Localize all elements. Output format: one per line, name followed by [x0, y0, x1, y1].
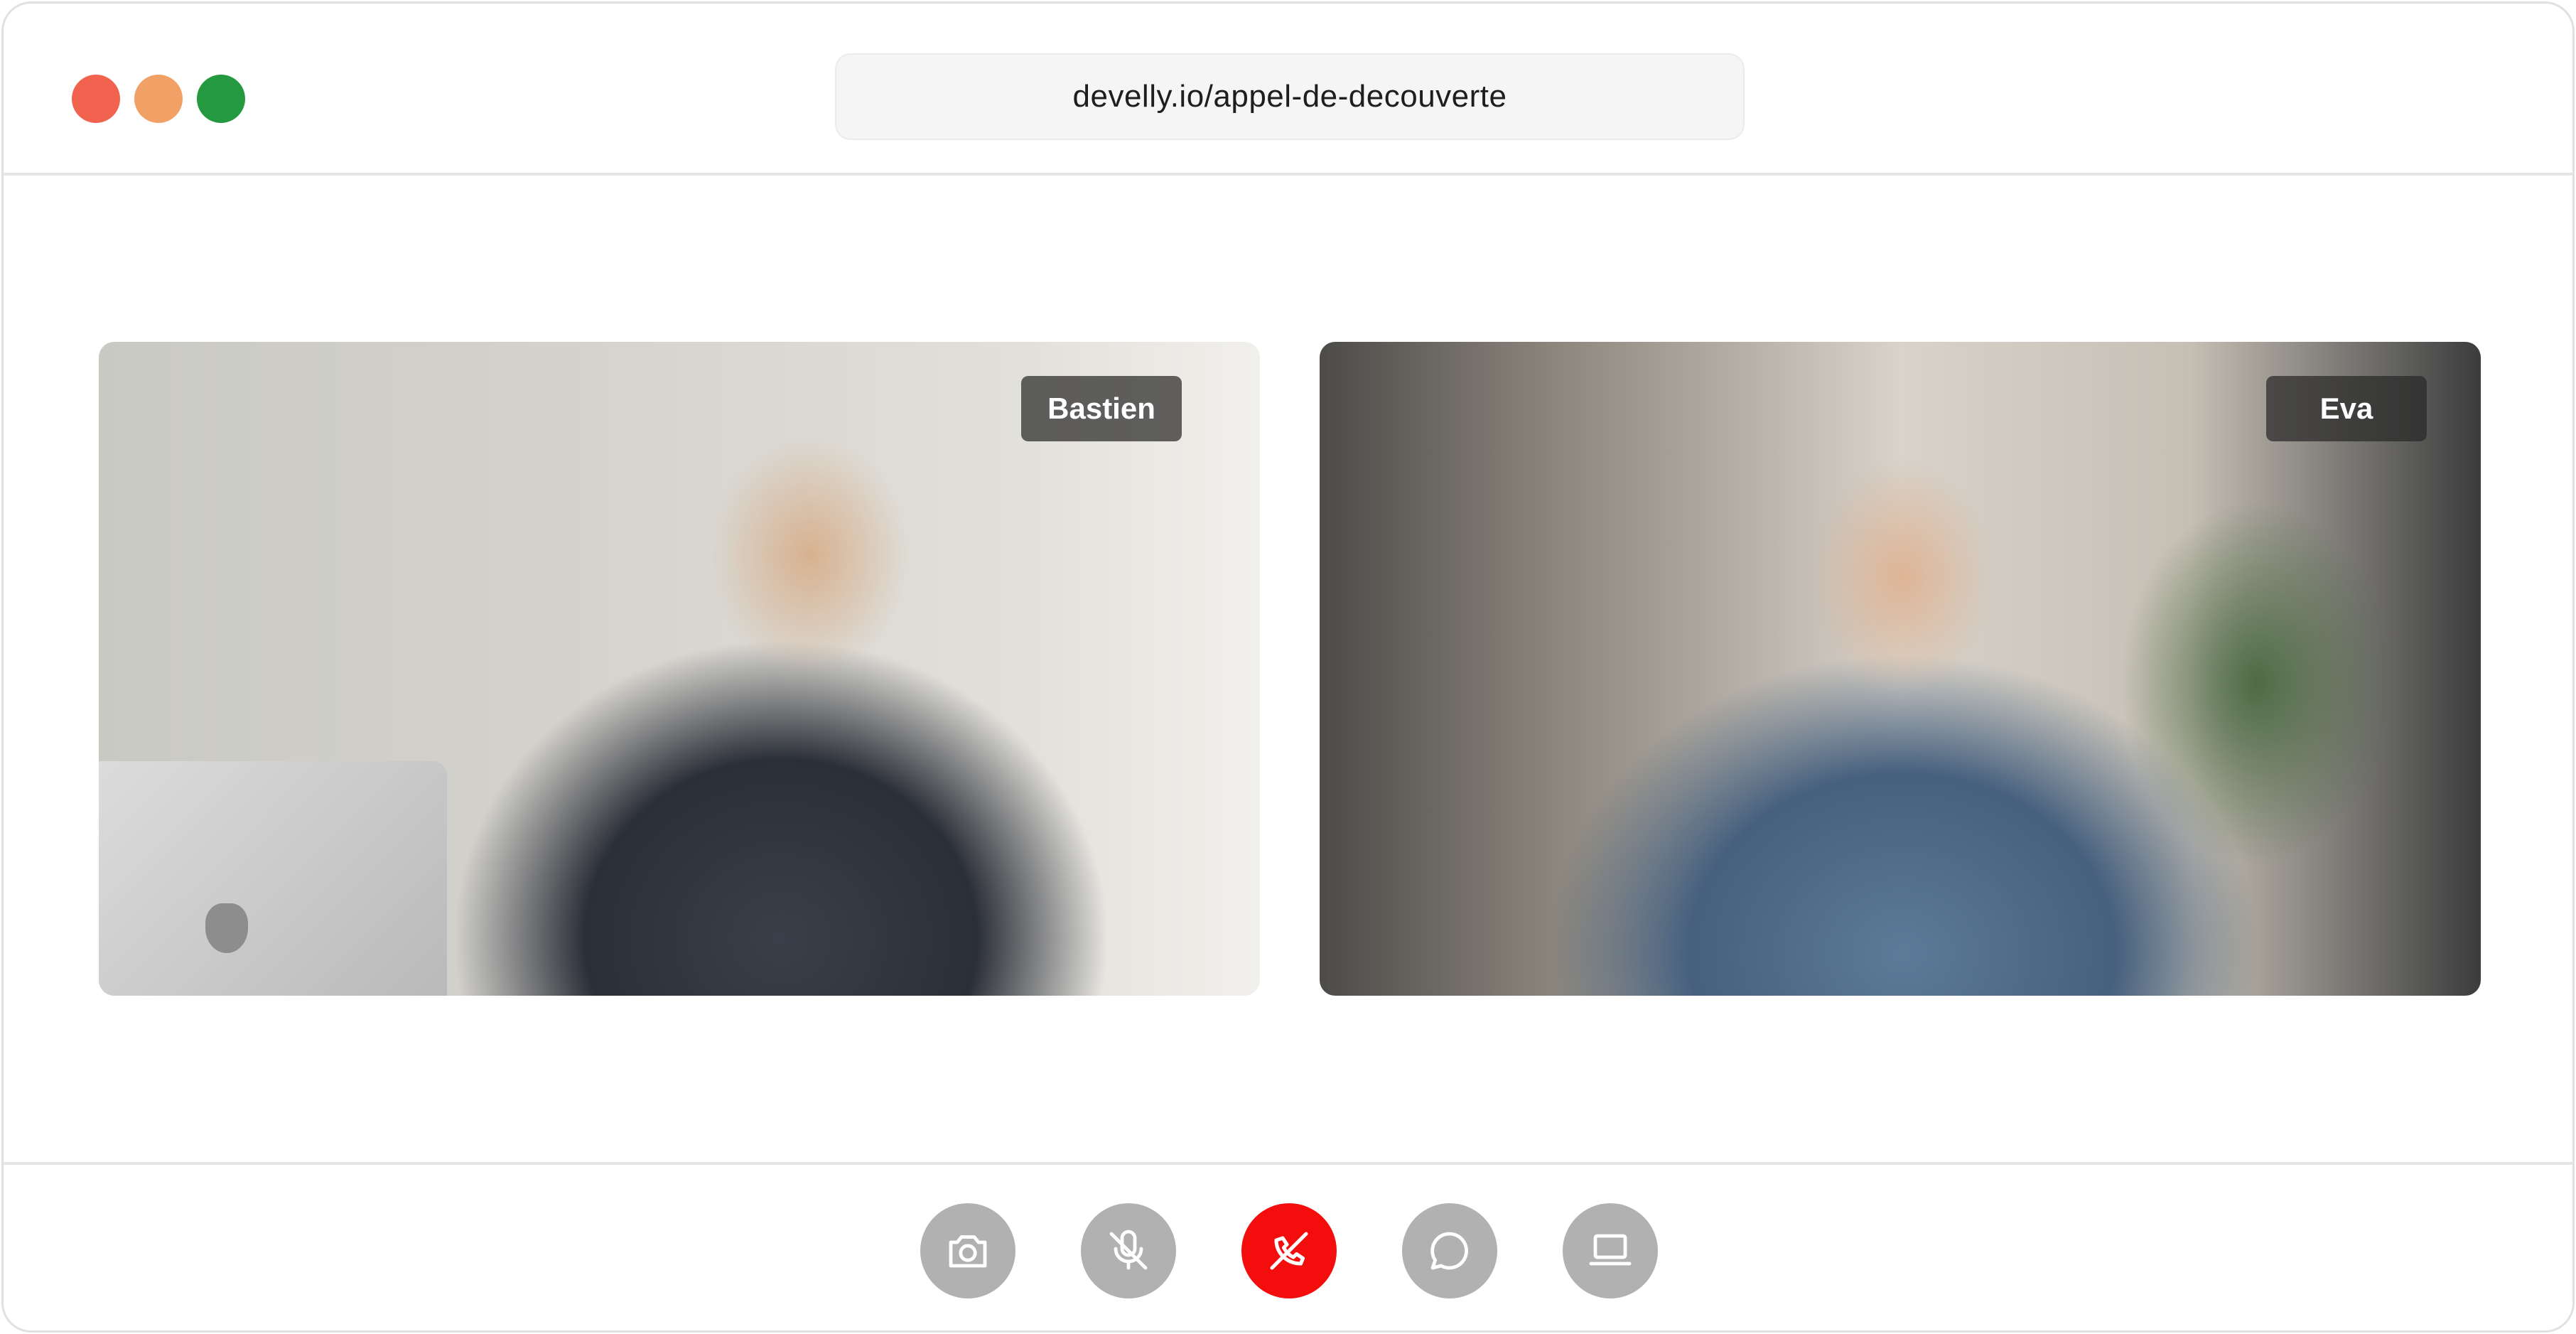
- camera-button[interactable]: [920, 1203, 1015, 1298]
- phone-off-icon: [1270, 1232, 1308, 1270]
- laptop-image: [99, 761, 447, 996]
- maximize-window-button[interactable]: [197, 75, 245, 123]
- minimize-window-button[interactable]: [134, 75, 183, 123]
- call-control-bar: [4, 1162, 2572, 1330]
- video-tile-bastien: Bastien: [99, 342, 1260, 996]
- close-window-button[interactable]: [72, 75, 120, 123]
- chat-button[interactable]: [1402, 1203, 1497, 1298]
- browser-window: develly.io/appel-de-decouverte Bastien E…: [1, 1, 2575, 1333]
- chat-icon: [1430, 1232, 1468, 1270]
- hang-up-button[interactable]: [1241, 1203, 1337, 1298]
- video-tile-eva: Eva: [1320, 342, 2481, 996]
- camera-icon: [949, 1235, 987, 1268]
- title-bar: develly.io/appel-de-decouverte: [4, 4, 2572, 176]
- participant-name-tag: Eva: [2266, 376, 2427, 441]
- url-text: develly.io/appel-de-decouverte: [1072, 79, 1507, 114]
- participant-name-tag: Bastien: [1021, 376, 1182, 441]
- mic-off-icon: [1109, 1230, 1148, 1270]
- address-bar[interactable]: develly.io/appel-de-decouverte: [835, 53, 1745, 140]
- screen-share-button[interactable]: [1563, 1203, 1658, 1298]
- mute-mic-button[interactable]: [1081, 1203, 1176, 1298]
- laptop-icon: [1589, 1234, 1632, 1266]
- apple-logo-icon: [205, 903, 248, 953]
